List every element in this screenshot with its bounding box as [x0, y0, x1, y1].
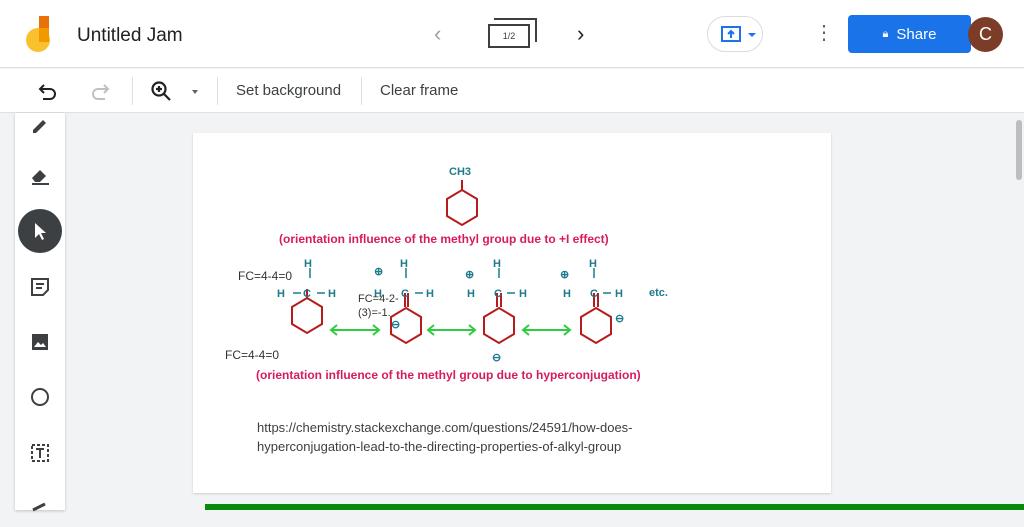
progress-bar	[205, 504, 1024, 510]
text-box-icon	[31, 444, 49, 462]
atom-h: H	[589, 258, 597, 270]
atom-h: H	[400, 258, 408, 270]
eraser-icon	[32, 170, 49, 185]
formal-charge-bottom: FC=4-4=0	[225, 348, 279, 362]
pen-tool[interactable]	[18, 101, 62, 145]
atom-h: H	[467, 288, 475, 300]
shape-tool[interactable]	[18, 375, 62, 419]
zoom-dropdown-icon[interactable]	[191, 89, 199, 95]
undo-icon[interactable]	[38, 81, 60, 101]
atom-h: H	[304, 258, 312, 270]
divider	[217, 77, 218, 105]
share-button[interactable]: 🔒︎ Share	[848, 15, 971, 53]
more-options-icon[interactable]: ⋮	[814, 20, 834, 45]
jam-frame-canvas[interactable]: CH3 (orientation influence of the methyl…	[193, 133, 831, 493]
atom-h: H	[277, 288, 285, 300]
atom-h: H	[563, 288, 571, 300]
set-background-button[interactable]: Set background	[236, 82, 341, 99]
sticky-note-icon	[31, 278, 49, 296]
jam-title[interactable]: Untitled Jam	[77, 25, 183, 47]
source-link[interactable]: https://chemistry.stackexchange.com/ques…	[257, 418, 677, 456]
top-bar: Untitled Jam ‹ 1/2 › ⋮ 🔒︎ Share C	[0, 0, 1024, 68]
divider	[132, 77, 133, 105]
cursor-icon	[35, 223, 46, 240]
resonance-arrows	[329, 324, 572, 336]
caption-hyperconjugation: (orientation influence of the methyl gro…	[256, 368, 641, 382]
lock-icon: 🔒︎	[882, 27, 889, 40]
zoom-icon[interactable]	[150, 80, 174, 104]
atom-h: H	[615, 288, 623, 300]
select-tool[interactable]	[18, 209, 62, 253]
ch3-label: CH3	[449, 166, 471, 178]
divider	[361, 77, 362, 105]
atom-c: C	[401, 288, 409, 300]
redo-icon[interactable]	[88, 81, 110, 101]
atom-h: H	[519, 288, 527, 300]
laser-tool[interactable]	[18, 483, 62, 527]
jamboard-logo	[26, 16, 50, 52]
negative-charge: ⊖	[615, 313, 624, 325]
atom-c: C	[590, 288, 598, 300]
positive-charge: ⊕	[465, 269, 474, 281]
image-icon	[32, 334, 48, 350]
chemistry-image: CH3 (orientation influence of the methyl…	[225, 166, 668, 382]
atom-h: H	[493, 258, 501, 270]
pen-icon	[33, 120, 46, 133]
atom-h: H	[328, 288, 336, 300]
scrollbar[interactable]	[1016, 120, 1022, 180]
frame-indicator[interactable]: 1/2	[488, 24, 530, 48]
next-frame-icon[interactable]: ›	[577, 21, 584, 47]
negative-charge: ⊖	[391, 319, 400, 331]
toolbar: Set background Clear frame	[0, 69, 1024, 113]
atom-h: H	[426, 288, 434, 300]
text-box-tool[interactable]	[18, 431, 62, 475]
tool-sidebar	[15, 113, 65, 512]
negative-charge: ⊖	[492, 352, 501, 364]
circle-icon	[31, 388, 49, 406]
present-button[interactable]	[707, 16, 763, 52]
clear-frame-button[interactable]: Clear frame	[380, 82, 458, 99]
formal-charge-mid: FC=4-2-	[358, 293, 399, 305]
formal-charge-top: FC=4-4=0	[238, 269, 292, 283]
atom-c: C	[303, 288, 311, 300]
laser-icon	[32, 502, 46, 512]
caption-inductive: (orientation influence of the methyl gro…	[279, 232, 609, 246]
etc-label: etc.	[649, 287, 668, 299]
avatar[interactable]: C	[968, 17, 1003, 52]
positive-charge: ⊕	[374, 266, 383, 278]
previous-frame-icon[interactable]: ‹	[434, 21, 441, 47]
positive-charge: ⊕	[560, 269, 569, 281]
atom-c: C	[494, 288, 502, 300]
formal-charge-mid: (3)=-1.	[358, 307, 391, 319]
image-tool[interactable]	[18, 320, 62, 364]
sticky-note-tool[interactable]	[18, 265, 62, 309]
eraser-tool[interactable]	[18, 153, 62, 197]
